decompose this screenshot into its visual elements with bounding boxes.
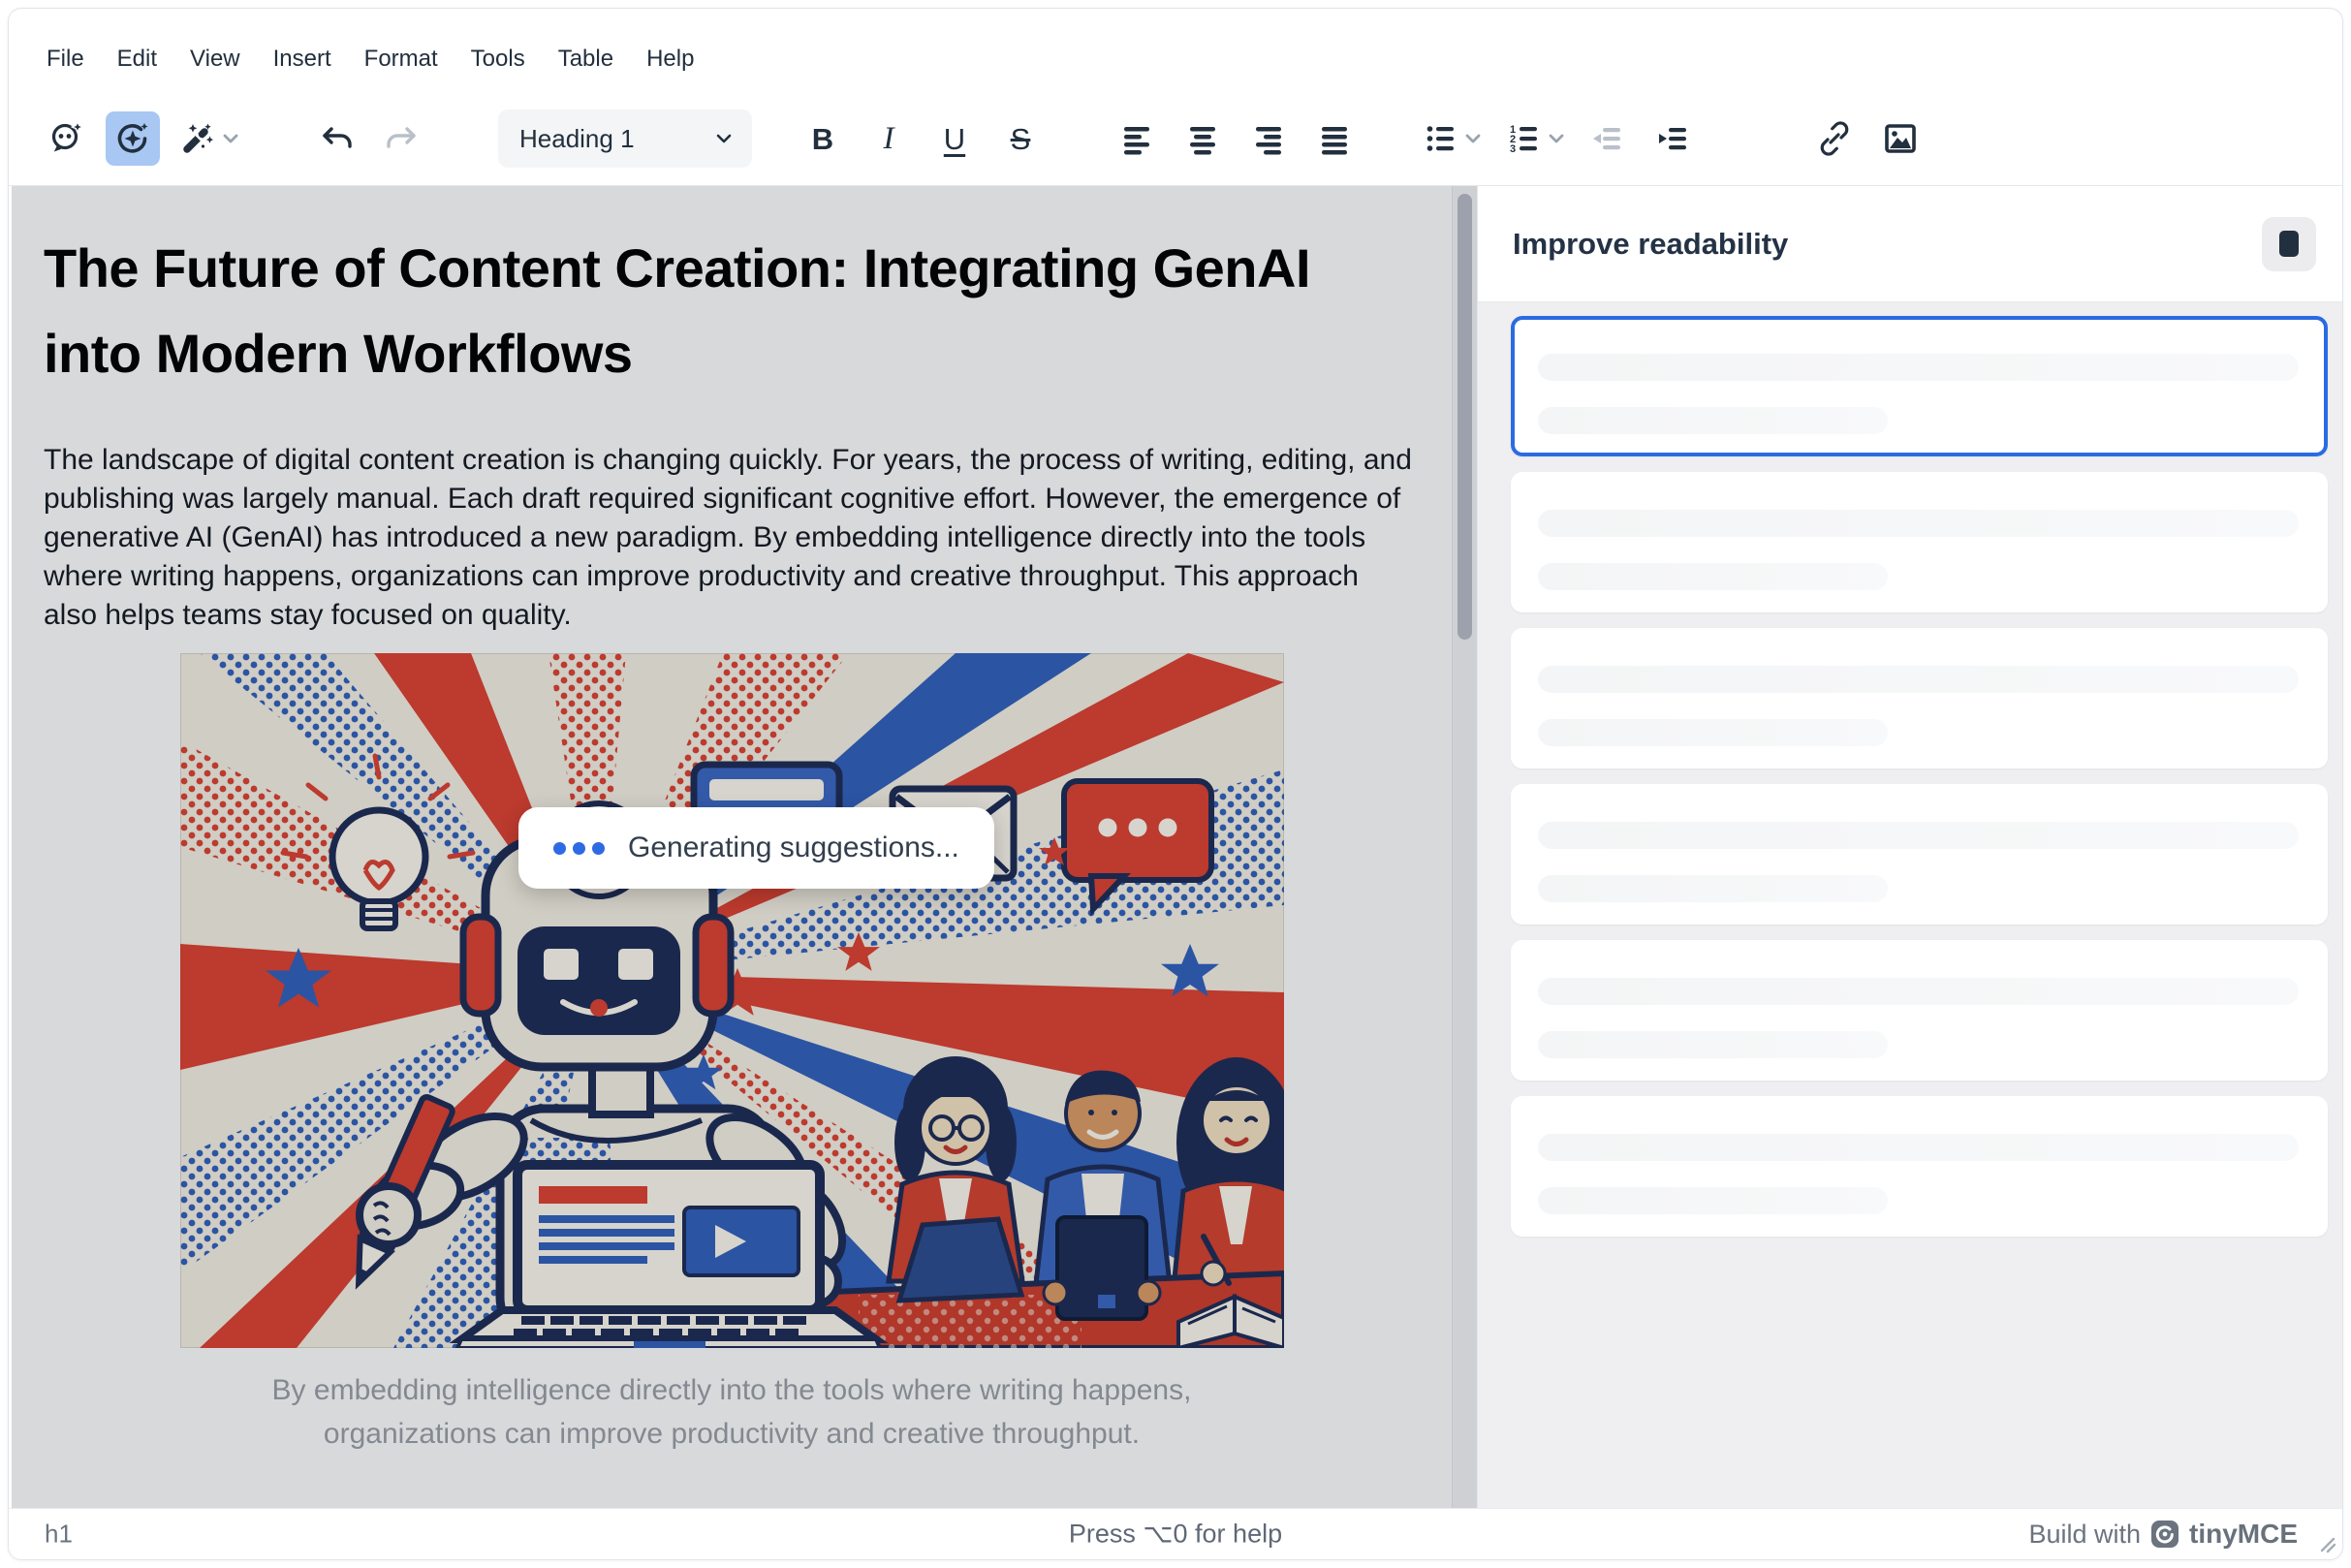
menu-tools[interactable]: Tools [455, 36, 542, 82]
underline-button[interactable]: U [927, 111, 982, 166]
skeleton-line-short [1538, 407, 1888, 434]
menu-insert[interactable]: Insert [257, 36, 348, 82]
chevron-down-icon [1463, 129, 1483, 148]
numbered-list-dropdown-chevron[interactable] [1544, 111, 1569, 166]
menu-bar: File Edit View Insert Format Tools Table… [30, 28, 710, 90]
branding-link[interactable]: Build with tinyMCE [2028, 1519, 2298, 1550]
resize-handle[interactable] [2318, 1535, 2337, 1554]
chevron-down-icon [713, 128, 735, 149]
bold-glyph: B [812, 124, 833, 154]
undo-icon [316, 118, 357, 159]
align-justify-icon [1316, 120, 1353, 157]
ai-chat-icon [47, 119, 86, 158]
loading-dots-icon [553, 842, 605, 855]
skeleton-line-long [1538, 354, 2299, 381]
skeleton-line-long [1538, 978, 2299, 1005]
align-left-icon [1118, 120, 1155, 157]
suggestion-card[interactable] [1511, 316, 2328, 456]
redo-icon [382, 118, 423, 159]
undo-button[interactable] [309, 111, 363, 166]
sidebar-title: Improve readability [1513, 227, 1788, 262]
bullet-list-dropdown-chevron[interactable] [1460, 111, 1486, 166]
toolbar-group-align [1110, 110, 1362, 168]
toolbar-group-text-style: B I U S [796, 110, 1048, 168]
menu-table[interactable]: Table [542, 36, 630, 82]
skeleton-line-long [1538, 822, 2299, 849]
ai-review-button[interactable] [106, 111, 160, 166]
bold-button[interactable]: B [796, 111, 850, 166]
align-center-button[interactable] [1176, 111, 1230, 166]
magic-wand-icon [179, 119, 218, 158]
menu-help[interactable]: Help [630, 36, 710, 82]
align-left-button[interactable] [1110, 111, 1164, 166]
suggestion-card[interactable] [1511, 940, 2328, 1081]
skeleton-line-short [1538, 1031, 1888, 1058]
chevron-down-icon [1547, 129, 1566, 148]
italic-button[interactable]: I [862, 111, 916, 166]
status-bar: h1 Press ⌥0 for help Build with tinyMCE [9, 1508, 2342, 1559]
editor-window: File Edit View Insert Format Tools Table… [8, 8, 2343, 1560]
link-icon [1815, 119, 1854, 158]
stop-generating-button[interactable] [2262, 217, 2316, 271]
toolbar-group-history [309, 110, 429, 168]
menu-format[interactable]: Format [348, 36, 455, 82]
indent-icon [1655, 120, 1692, 157]
insert-image-button[interactable] [1873, 111, 1928, 166]
menu-view[interactable]: View [173, 36, 257, 82]
stop-icon [2279, 231, 2299, 257]
tinymce-logo-icon [2150, 1520, 2179, 1549]
ai-sparkle-eye-icon [113, 119, 152, 158]
align-right-icon [1250, 120, 1287, 157]
sidebar-header: Improve readability [1478, 186, 2342, 302]
skeleton-line-short [1538, 875, 1888, 902]
toolbar-group-insert [1807, 110, 1928, 168]
generating-toast: Generating suggestions... [518, 807, 994, 889]
indent-button[interactable] [1646, 111, 1701, 166]
italic-glyph: I [884, 123, 894, 155]
align-justify-button[interactable] [1307, 111, 1362, 166]
suggestion-card[interactable] [1511, 628, 2328, 768]
generating-toast-label: Generating suggestions... [628, 831, 959, 864]
branding-name: tinyMCE [2189, 1519, 2298, 1550]
suggestion-card[interactable] [1511, 1096, 2328, 1237]
skeleton-line-short [1538, 719, 1888, 746]
align-right-button[interactable] [1241, 111, 1296, 166]
toolbar-group-format: Heading 1 [498, 110, 752, 168]
block-format-select[interactable]: Heading 1 [498, 110, 752, 168]
strikethrough-glyph: S [1011, 124, 1031, 154]
ai-assistant-button[interactable] [40, 111, 94, 166]
help-hint: Press ⌥0 for help [9, 1520, 2342, 1550]
chevron-down-icon [221, 129, 240, 148]
toolbar: Heading 1 B I U S [9, 90, 2342, 186]
toolbar-group-lists: 1 2 3 [1414, 110, 1701, 168]
skeleton-line-short [1538, 563, 1888, 590]
skeleton-line-short [1538, 1187, 1888, 1214]
align-center-icon [1184, 120, 1221, 157]
bullet-list-icon [1423, 120, 1459, 157]
outdent-button[interactable] [1581, 111, 1635, 166]
svg-text:3: 3 [1510, 143, 1516, 155]
strikethrough-button[interactable]: S [993, 111, 1048, 166]
menu-file[interactable]: File [30, 36, 101, 82]
toolbar-group-ai [40, 110, 243, 168]
skeleton-line-long [1538, 510, 2299, 537]
image-icon [1881, 119, 1920, 158]
redo-button[interactable] [375, 111, 429, 166]
insert-link-button[interactable] [1807, 111, 1862, 166]
editor-content-area[interactable]: The Future of Content Creation: Integrat… [12, 186, 1477, 1508]
ai-wand-dropdown-chevron[interactable] [218, 111, 243, 166]
ai-suggestions-sidebar: Improve readability [1477, 186, 2342, 1508]
numbered-list-icon: 1 2 3 [1506, 120, 1543, 157]
suggestion-card[interactable] [1511, 784, 2328, 925]
suggestion-card[interactable] [1511, 472, 2328, 612]
skeleton-line-long [1538, 666, 2299, 693]
branding-prefix: Build with [2028, 1520, 2141, 1550]
block-format-value: Heading 1 [519, 124, 635, 154]
menu-edit[interactable]: Edit [101, 36, 173, 82]
skeleton-line-long [1538, 1134, 2299, 1161]
underline-glyph: U [944, 124, 965, 154]
outdent-icon [1589, 120, 1626, 157]
suggestion-card-list [1511, 316, 2328, 1237]
